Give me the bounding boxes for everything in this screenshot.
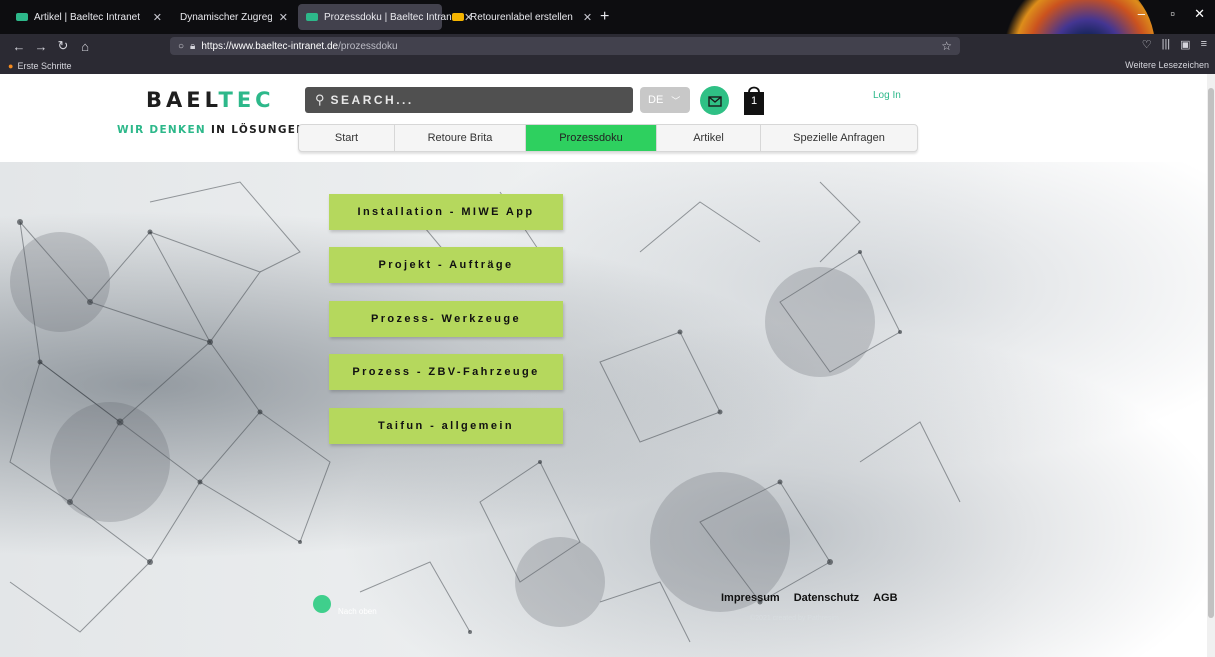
- browser-tab-retourenlabel[interactable]: Retourenlabel erstellen ✕: [444, 4, 592, 30]
- back-icon[interactable]: ←: [8, 39, 30, 54]
- search-icon: ⚲: [315, 92, 325, 107]
- scrollbar-thumb[interactable]: [1208, 88, 1214, 618]
- new-tab-button[interactable]: +: [592, 8, 617, 26]
- firefox-bookmark-icon: ●: [8, 61, 14, 71]
- tab-title: Dynamischer Zugregelmotor | E: [180, 11, 272, 23]
- bookmarks-bar: ● Erste Schritte Weitere Lesezeichen: [0, 58, 1215, 74]
- hero-background: Installation - MIWE App Projekt - Aufträ…: [0, 162, 1207, 657]
- firefox-theme-artwork: [1005, 0, 1155, 34]
- tab-title: Prozessdoku | Baeltec Intranet: [324, 11, 461, 23]
- tab-title: Retourenlabel erstellen: [470, 11, 573, 23]
- copyright-text: ©2021 created by Pathresim: [750, 615, 839, 622]
- mail-icon: [707, 95, 722, 107]
- lock-icon[interactable]: 🔒︎: [190, 41, 195, 52]
- footer-link-impressum[interactable]: Impressum: [721, 592, 780, 604]
- logo-text: BAEL: [146, 88, 219, 112]
- logo-text-accent: TEC: [218, 88, 275, 112]
- login-link[interactable]: Log In: [873, 90, 901, 101]
- nav-item-artikel[interactable]: Artikel: [657, 125, 761, 151]
- tab-close-icon[interactable]: ✕: [573, 11, 592, 24]
- cart-button[interactable]: 1: [743, 83, 765, 116]
- tab-title: Artikel | Baeltec Intranet: [34, 11, 140, 23]
- prozessdoku-button-prozess-zbv-fahrzeuge[interactable]: Prozess - ZBV-Fahrzeuge: [329, 354, 563, 390]
- mail-button[interactable]: [700, 86, 729, 115]
- bookmark-erste-schritte[interactable]: Erste Schritte: [17, 61, 71, 71]
- back-to-top-label[interactable]: Nach oben: [338, 607, 377, 616]
- search-input[interactable]: ⚲ SEARCH...: [305, 87, 633, 113]
- browser-tab-zugregelmotor[interactable]: Dynamischer Zugregelmotor | E ✕: [172, 4, 296, 30]
- cart-count-badge: 1: [750, 95, 758, 107]
- home-icon[interactable]: ⌂: [74, 39, 96, 54]
- browser-tab-artikel[interactable]: Artikel | Baeltec Intranet ✕: [8, 4, 170, 30]
- nav-item-prozessdoku[interactable]: Prozessdoku: [526, 125, 657, 151]
- footer-link-agb[interactable]: AGB: [873, 592, 897, 604]
- address-bar[interactable]: ○ 🔒︎ https://www.baeltec-intranet.de/pro…: [170, 37, 960, 55]
- url-path: /prozessdoku: [338, 40, 398, 52]
- main-navigation: Start Retoure Brita Prozessdoku Artikel …: [298, 124, 918, 152]
- extension-icon[interactable]: ▣: [1180, 38, 1190, 51]
- prozessdoku-button-installation-miwe-app[interactable]: Installation - MIWE App: [329, 194, 563, 230]
- prozessdoku-button-taifun-allgemein[interactable]: Taifun - allgemein: [329, 408, 563, 444]
- tab-favicon-icon: [452, 13, 464, 21]
- maximize-icon[interactable]: ▫: [1170, 6, 1175, 21]
- nav-item-start[interactable]: Start: [299, 125, 395, 151]
- menu-icon[interactable]: ≡: [1201, 38, 1207, 51]
- chevron-down-icon: ﹀: [671, 95, 681, 106]
- web-page: BAELTEC WIR DENKEN IN LÖSUNGEN ⚲ SEARCH.…: [0, 74, 1207, 657]
- site-info-icon[interactable]: ○: [178, 41, 184, 52]
- language-value: DE: [648, 94, 664, 106]
- prozessdoku-button-prozess-werkzeuge[interactable]: Prozess- Werkzeuge: [329, 301, 563, 337]
- tab-favicon-icon: [306, 13, 318, 21]
- pocket-icon[interactable]: ♡: [1142, 38, 1152, 51]
- library-icon[interactable]: |||: [1162, 38, 1171, 51]
- toolbar-icons: ♡ ||| ▣ ≡: [1142, 38, 1207, 51]
- minimize-icon[interactable]: –: [1138, 6, 1145, 21]
- tagline: WIR DENKEN IN LÖSUNGEN: [117, 124, 306, 136]
- tagline-text: IN LÖSUNGEN: [206, 124, 307, 136]
- language-select[interactable]: DE ﹀: [640, 87, 690, 113]
- window-close-icon[interactable]: ✕: [1194, 6, 1205, 22]
- page-scrollbar[interactable]: [1207, 74, 1215, 657]
- nav-item-retoure-brita[interactable]: Retoure Brita: [395, 125, 526, 151]
- nav-item-spezielle-anfragen[interactable]: Spezielle Anfragen: [761, 125, 917, 151]
- other-bookmarks[interactable]: Weitere Lesezeichen: [1125, 60, 1209, 70]
- back-to-top-button[interactable]: [313, 595, 331, 613]
- forward-icon[interactable]: →: [30, 39, 52, 54]
- tab-close-icon[interactable]: ✕: [143, 11, 162, 24]
- tab-close-icon[interactable]: ✕: [277, 11, 288, 24]
- browser-tab-prozessdoku[interactable]: Prozessdoku | Baeltec Intranet ✕: [298, 4, 473, 30]
- browser-tab-strip: Artikel | Baeltec Intranet ✕ Dynamischer…: [0, 0, 1215, 34]
- browser-nav-bar: ← → ↻ ⌂ ○ 🔒︎ https://www.baeltec-intrane…: [0, 34, 1215, 58]
- url-host: https://www.baeltec-intranet.de: [201, 40, 339, 52]
- reload-icon[interactable]: ↻: [52, 38, 74, 54]
- network-background-graphic: [9, 181, 961, 643]
- footer-links: Impressum Datenschutz AGB: [721, 592, 898, 604]
- footer-link-datenschutz[interactable]: Datenschutz: [794, 592, 859, 604]
- tagline-accent: WIR DENKEN: [117, 124, 207, 136]
- tab-favicon-icon: [16, 13, 28, 21]
- search-placeholder: SEARCH...: [330, 93, 414, 107]
- prozessdoku-button-projekt-auftraege[interactable]: Projekt - Aufträge: [329, 247, 563, 283]
- baeltec-logo[interactable]: BAELTEC: [146, 88, 275, 112]
- bookmark-star-icon[interactable]: ☆: [941, 39, 952, 53]
